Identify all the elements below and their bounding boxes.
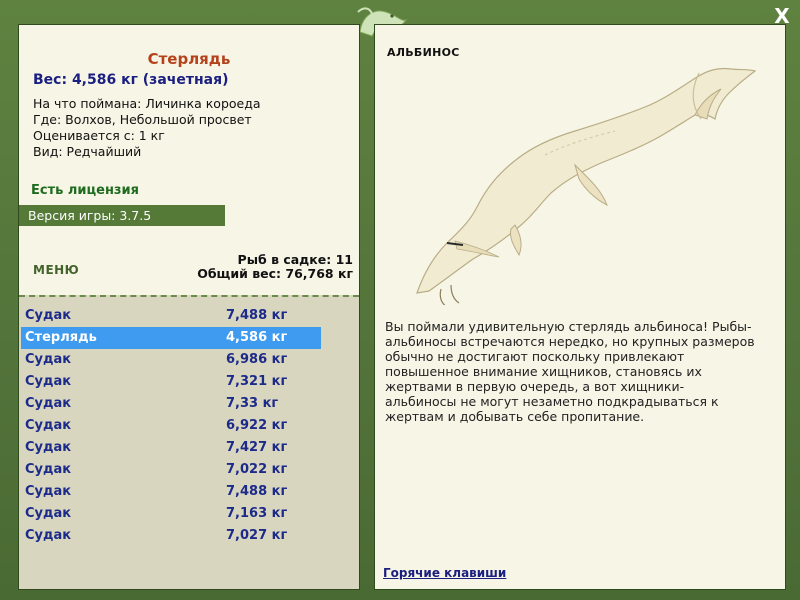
catch-list-row[interactable]: Судак 6,922 кг xyxy=(21,415,321,437)
license-status: Есть лицензия xyxy=(31,183,139,198)
catch-row-weight: 7,427 кг xyxy=(226,440,288,455)
fish-detail-panel: АЛЬБИНОС Вы поймали удивительную стерляд… xyxy=(374,24,786,590)
catch-row-weight: 6,986 кг xyxy=(226,352,288,367)
catch-list-row[interactable]: Судак 7,321 кг xyxy=(21,371,321,393)
catch-row-name: Судак xyxy=(25,484,72,499)
catch-row-name: Судак xyxy=(25,308,72,323)
catch-list-row[interactable]: Судак 7,427 кг xyxy=(21,437,321,459)
fish-bait: На что поймана: Личинка короеда xyxy=(33,96,261,111)
catch-list: Судак 7,488 кг Стерлядь 4,586 кг Судак 6,986 … xyxy=(19,295,359,589)
fish-kind: Вид: Редчайший xyxy=(33,144,142,159)
fish-place: Где: Волхов, Небольшой просвет xyxy=(33,112,252,127)
catch-row-name: Судак xyxy=(25,462,72,477)
catch-row-weight: 7,33 кг xyxy=(226,396,279,411)
game-version: Версия игры: 3.7.5 xyxy=(19,205,225,226)
cage-summary: Рыб в садке: 11 Общий вес: 76,768 кг xyxy=(197,253,353,281)
catch-list-row[interactable]: Судак 7,163 кг xyxy=(21,503,321,525)
catch-row-weight: 7,488 кг xyxy=(226,308,288,323)
catch-row-name: Судак xyxy=(25,506,72,521)
fish-description: Вы поймали удивительную стерлядь альбино… xyxy=(385,319,755,424)
catch-row-name: Судак xyxy=(25,352,72,367)
catch-row-weight: 6,922 кг xyxy=(226,418,288,433)
catch-row-name: Судак xyxy=(25,396,72,411)
catch-row-weight: 7,163 кг xyxy=(226,506,288,521)
fish-rated: Оценивается с: 1 кг xyxy=(33,128,165,143)
catch-list-row[interactable]: Судак 7,022 кг xyxy=(21,459,321,481)
catch-row-weight: 7,321 кг xyxy=(226,374,288,389)
hotkeys-link[interactable]: Горячие клавиши xyxy=(383,566,506,580)
catch-row-name: Судак xyxy=(25,440,72,455)
catch-row-name: Судак xyxy=(25,528,72,543)
fish-name: Стерлядь xyxy=(147,50,231,68)
catch-row-name: Судак xyxy=(25,418,72,433)
catch-list-row[interactable]: Стерлядь 4,586 кг xyxy=(21,327,321,349)
cage-total-weight: Общий вес: 76,768 кг xyxy=(197,266,353,281)
catch-list-row[interactable]: Судак 7,33 кг xyxy=(21,393,321,415)
catch-row-name: Стерлядь xyxy=(25,330,97,345)
sterlet-albino-image xyxy=(416,67,757,305)
catch-row-name: Судак xyxy=(25,374,72,389)
catch-list-row[interactable]: Судак 6,986 кг xyxy=(21,349,321,371)
menu-button[interactable]: МЕНЮ xyxy=(33,263,79,277)
catch-list-row[interactable]: Судак 7,488 кг xyxy=(21,481,321,503)
catch-row-weight: 7,027 кг xyxy=(226,528,288,543)
catch-info-panel: Стерлядь Вес: 4,586 кг (зачетная) На что… xyxy=(18,24,360,590)
catch-row-weight: 7,022 кг xyxy=(226,462,288,477)
fish-weight: Вес: 4,586 кг (зачетная) xyxy=(33,72,229,88)
cage-count: Рыб в садке: 11 xyxy=(237,252,353,267)
catch-row-weight: 4,586 кг xyxy=(226,330,288,345)
catch-list-row[interactable]: Судак 7,488 кг xyxy=(21,305,321,327)
catch-list-row[interactable]: Судак 7,027 кг xyxy=(21,525,321,547)
catch-row-weight: 7,488 кг xyxy=(226,484,288,499)
